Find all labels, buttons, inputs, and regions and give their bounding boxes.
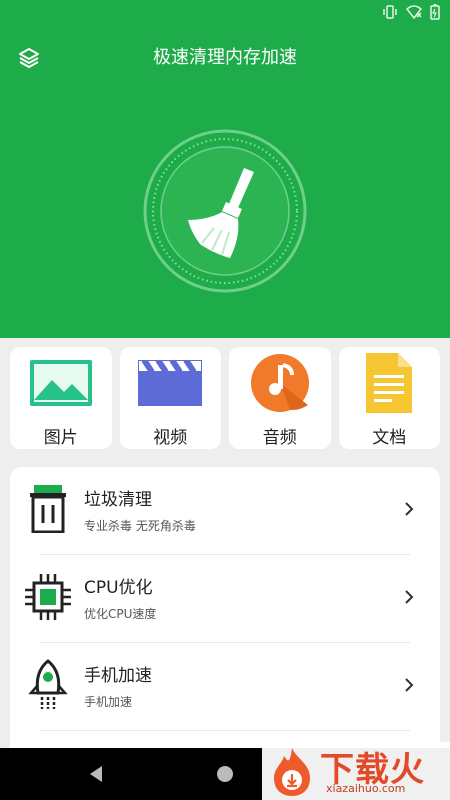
cpu-icon [25, 574, 71, 620]
category-label: 文档 [372, 428, 407, 448]
feature-list: 垃圾清理 专业杀毒 无死角杀毒 CPU优化 优化CPU速度 手机加速 手机加速 [10, 467, 440, 767]
trash-icon [30, 485, 66, 533]
feature-title: CPU优化 [84, 578, 153, 598]
clean-dial-button[interactable] [142, 128, 308, 294]
file-categories: 图片 视频 音频 文档 [10, 347, 440, 449]
category-images[interactable]: 图片 [10, 347, 112, 449]
feature-title: 垃圾清理 [84, 490, 152, 510]
wifi-off-icon [406, 5, 422, 19]
status-bar [0, 0, 450, 26]
rocket-icon [28, 659, 68, 709]
flame-logo-icon [274, 748, 310, 796]
document-icon [366, 353, 413, 413]
feature-title: 手机加速 [84, 666, 152, 686]
feature-row-cpu[interactable]: CPU优化 优化CPU速度 [10, 555, 440, 643]
feature-subtitle: 手机加速 [84, 695, 133, 709]
vibrate-icon [383, 5, 397, 19]
page-title: 极速清理内存加速 [153, 47, 297, 68]
header-banner: 极速清理内存加速 [0, 0, 450, 338]
category-label: 图片 [43, 428, 78, 448]
category-audio[interactable]: 音频 [229, 347, 331, 449]
category-label: 音频 [262, 428, 297, 448]
feature-subtitle: 专业杀毒 无死角杀毒 [84, 519, 196, 533]
category-documents[interactable]: 文档 [338, 347, 440, 449]
home-circle-icon [217, 766, 233, 782]
nav-home-button[interactable] [211, 760, 239, 788]
image-icon [29, 360, 92, 406]
category-videos[interactable]: 视频 [119, 347, 221, 449]
feature-row-junk-clean[interactable]: 垃圾清理 专业杀毒 无死角杀毒 [10, 467, 440, 555]
feature-row-boost[interactable]: 手机加速 手机加速 [10, 643, 440, 731]
chevron-right-icon [405, 678, 414, 692]
watermark: 下载火 xiazaihuo.com [262, 742, 450, 800]
watermark-url: xiazaihuo.com [326, 782, 406, 795]
video-icon [138, 360, 203, 406]
nav-back-button[interactable] [82, 760, 110, 788]
back-triangle-icon [90, 766, 102, 782]
audio-icon [250, 354, 309, 412]
category-label: 视频 [153, 428, 188, 448]
row-divider [40, 730, 410, 731]
chevron-right-icon [405, 590, 414, 604]
feature-subtitle: 优化CPU速度 [84, 607, 157, 621]
battery-icon [430, 4, 440, 20]
chevron-right-icon [405, 502, 414, 516]
